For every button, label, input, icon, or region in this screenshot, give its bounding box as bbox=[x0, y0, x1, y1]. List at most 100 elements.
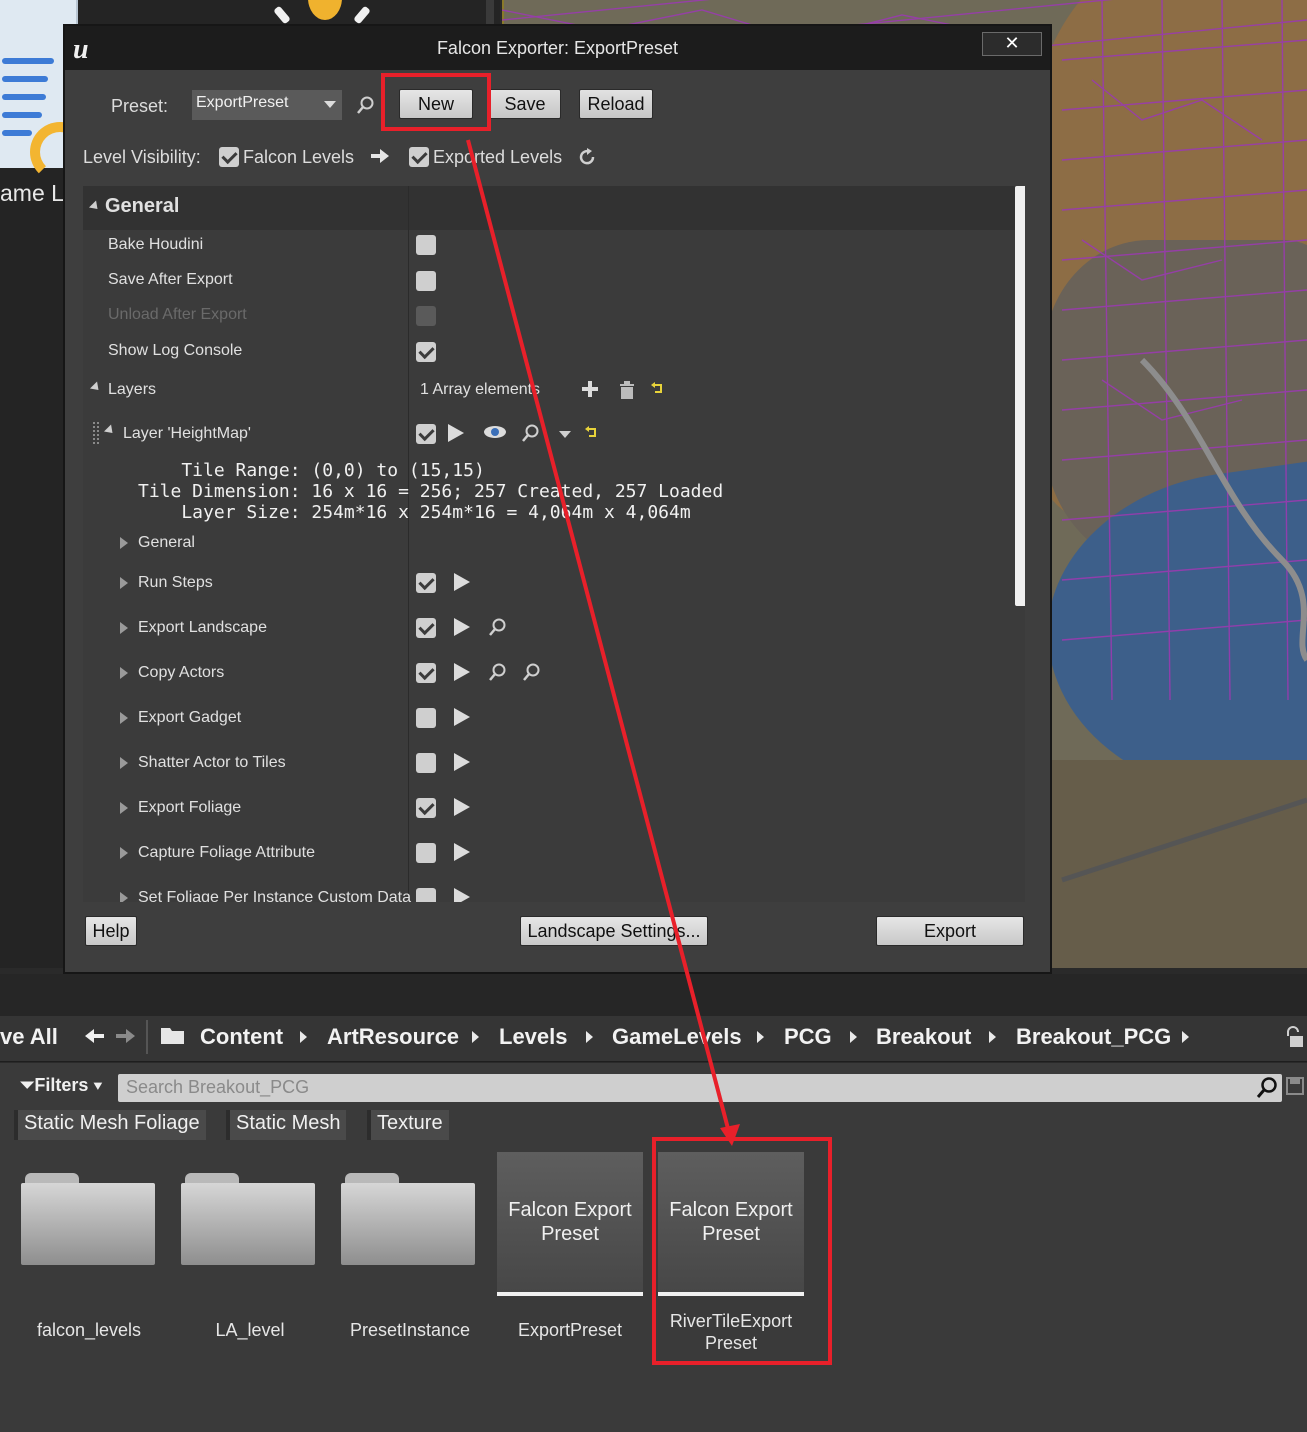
export-landscape-play-icon[interactable] bbox=[454, 618, 470, 636]
expand-arrow-icon[interactable] bbox=[120, 892, 128, 902]
step-capture-foliage-label: Capture Foliage Attribute bbox=[138, 844, 315, 861]
exported-levels-checkbox[interactable] bbox=[409, 147, 429, 167]
copy-actors-play-icon[interactable] bbox=[454, 663, 470, 681]
run-layer-play-icon[interactable] bbox=[448, 424, 464, 442]
expand-arrow-icon[interactable] bbox=[120, 667, 128, 679]
shatter-checkbox[interactable] bbox=[416, 753, 436, 773]
filters-label: Filters bbox=[34, 1075, 89, 1095]
copy-actors-checkbox[interactable] bbox=[416, 663, 436, 683]
landscape-settings-button[interactable]: Landscape Settings... bbox=[520, 916, 708, 946]
drag-handle-icon[interactable] bbox=[93, 422, 99, 444]
preset-dropdown[interactable]: ExportPreset bbox=[192, 90, 342, 120]
breadcrumb-gamelevels[interactable]: GameLevels bbox=[612, 1024, 742, 1050]
breadcrumb-breakout-pcg[interactable]: Breakout_PCG bbox=[1016, 1024, 1171, 1050]
breadcrumb-arrow-icon[interactable] bbox=[300, 1031, 307, 1043]
eye-icon[interactable] bbox=[483, 424, 507, 440]
search-input[interactable]: Search Breakout_PCG bbox=[118, 1074, 1282, 1102]
export-landscape-checkbox[interactable] bbox=[416, 618, 436, 638]
export-foliage-play-icon[interactable] bbox=[454, 798, 470, 816]
export-foliage-checkbox[interactable] bbox=[416, 798, 436, 818]
close-button[interactable]: ✕ bbox=[982, 32, 1042, 56]
show-log-console-checkbox[interactable] bbox=[416, 342, 436, 362]
layers-collapse-icon[interactable] bbox=[89, 381, 103, 394]
breadcrumb-levels[interactable]: Levels bbox=[499, 1024, 568, 1050]
expand-arrow-icon[interactable] bbox=[120, 802, 128, 814]
set-foliage-checkbox[interactable] bbox=[416, 888, 436, 902]
breadcrumb-arrow-icon[interactable] bbox=[1182, 1031, 1189, 1043]
refresh-icon[interactable] bbox=[577, 147, 597, 167]
layer-collapse-icon[interactable] bbox=[103, 424, 117, 437]
help-button[interactable]: Help bbox=[85, 916, 137, 946]
details-scrollbar[interactable] bbox=[1015, 186, 1025, 606]
run-steps-play-icon[interactable] bbox=[454, 573, 470, 591]
preset-label: Preset: bbox=[111, 96, 169, 116]
browse-search-icon[interactable] bbox=[357, 96, 375, 114]
layer-enabled-checkbox[interactable] bbox=[416, 424, 436, 444]
breadcrumb-pcg[interactable]: PCG bbox=[784, 1024, 832, 1050]
folder-falcon-levels-label[interactable]: falcon_levels bbox=[9, 1320, 169, 1341]
breadcrumb-arrow-icon[interactable] bbox=[757, 1031, 764, 1043]
bake-houdini-checkbox[interactable] bbox=[416, 235, 436, 255]
highlight-box-new-button bbox=[381, 73, 491, 131]
folder-la-level-label[interactable]: LA_level bbox=[170, 1320, 330, 1341]
search-icon[interactable] bbox=[489, 663, 507, 681]
forward-arrow-icon[interactable] bbox=[114, 1026, 136, 1046]
export-button[interactable]: Export bbox=[876, 916, 1024, 946]
nav-divider bbox=[146, 1020, 148, 1054]
folder-icon[interactable] bbox=[181, 1173, 317, 1265]
breadcrumb-arrow-icon[interactable] bbox=[472, 1031, 479, 1043]
tile-dimension-info: Tile Dimension: 16 x 16 = 256; 257 Creat… bbox=[138, 481, 724, 502]
expand-arrow-icon[interactable] bbox=[120, 847, 128, 859]
expand-arrow-icon[interactable] bbox=[120, 577, 128, 589]
run-steps-checkbox[interactable] bbox=[416, 573, 436, 593]
export-gadget-play-icon[interactable] bbox=[454, 708, 470, 726]
search-icon[interactable] bbox=[522, 424, 540, 442]
search-icon[interactable] bbox=[1256, 1076, 1278, 1098]
filter-chip-static-mesh-foliage[interactable]: Static Mesh Foliage bbox=[14, 1110, 206, 1140]
filter-chip-static-mesh[interactable]: Static Mesh bbox=[226, 1110, 347, 1140]
breadcrumb-artresource[interactable]: ArtResource bbox=[327, 1024, 459, 1050]
lock-icon[interactable] bbox=[1284, 1026, 1304, 1048]
search-icon[interactable] bbox=[489, 618, 507, 636]
asset-exportpreset-label[interactable]: ExportPreset bbox=[490, 1320, 650, 1341]
falcon-levels-checkbox[interactable] bbox=[219, 147, 239, 167]
category-general-header[interactable]: General bbox=[83, 186, 1015, 230]
folder-icon[interactable] bbox=[21, 1173, 157, 1265]
shatter-play-icon[interactable] bbox=[454, 753, 470, 771]
expand-arrow-icon[interactable] bbox=[120, 622, 128, 634]
capture-foliage-checkbox[interactable] bbox=[416, 843, 436, 863]
filter-chip-texture[interactable]: Texture bbox=[367, 1110, 449, 1140]
reset-icon[interactable] bbox=[650, 382, 664, 396]
highlight-box-new-asset bbox=[652, 1137, 832, 1365]
breadcrumb-arrow-icon[interactable] bbox=[850, 1031, 857, 1043]
save-after-export-checkbox[interactable] bbox=[416, 271, 436, 291]
expand-arrow-icon[interactable] bbox=[120, 537, 128, 549]
step-export-foliage-label: Export Foliage bbox=[138, 799, 242, 816]
reset-icon[interactable] bbox=[584, 426, 598, 440]
reload-button[interactable]: Reload bbox=[579, 89, 653, 119]
save-all-button[interactable]: ve All bbox=[0, 1024, 58, 1050]
breadcrumb-content[interactable]: Content bbox=[200, 1024, 283, 1050]
expand-arrow-icon[interactable] bbox=[120, 712, 128, 724]
expand-arrow-icon[interactable] bbox=[120, 757, 128, 769]
set-foliage-play-icon[interactable] bbox=[454, 888, 470, 902]
add-icon[interactable] bbox=[581, 380, 599, 398]
save-button[interactable]: Save bbox=[489, 89, 561, 119]
chevron-down-icon[interactable] bbox=[559, 431, 571, 438]
capture-foliage-play-icon[interactable] bbox=[454, 843, 470, 861]
content-browser-top bbox=[0, 974, 1307, 1018]
title-bar[interactable]: u Falcon Exporter: ExportPreset ✕ bbox=[65, 26, 1050, 70]
breadcrumb-arrow-icon[interactable] bbox=[586, 1031, 593, 1043]
arrow-right-icon[interactable] bbox=[369, 146, 391, 166]
filters-button[interactable]: ⏷Filters ▾ bbox=[20, 1075, 102, 1096]
breadcrumb-breakout[interactable]: Breakout bbox=[876, 1024, 971, 1050]
export-gadget-checkbox[interactable] bbox=[416, 708, 436, 728]
back-arrow-icon[interactable] bbox=[84, 1026, 106, 1046]
breadcrumb-arrow-icon[interactable] bbox=[989, 1031, 996, 1043]
save-search-icon[interactable] bbox=[1286, 1077, 1304, 1095]
asset-exportpreset-thumbnail[interactable]: Falcon Export Preset bbox=[497, 1152, 643, 1296]
folder-icon[interactable] bbox=[341, 1173, 477, 1265]
search-icon[interactable] bbox=[523, 663, 541, 681]
folder-presetinstance-label[interactable]: PresetInstance bbox=[330, 1320, 490, 1341]
trash-icon[interactable] bbox=[618, 380, 636, 400]
